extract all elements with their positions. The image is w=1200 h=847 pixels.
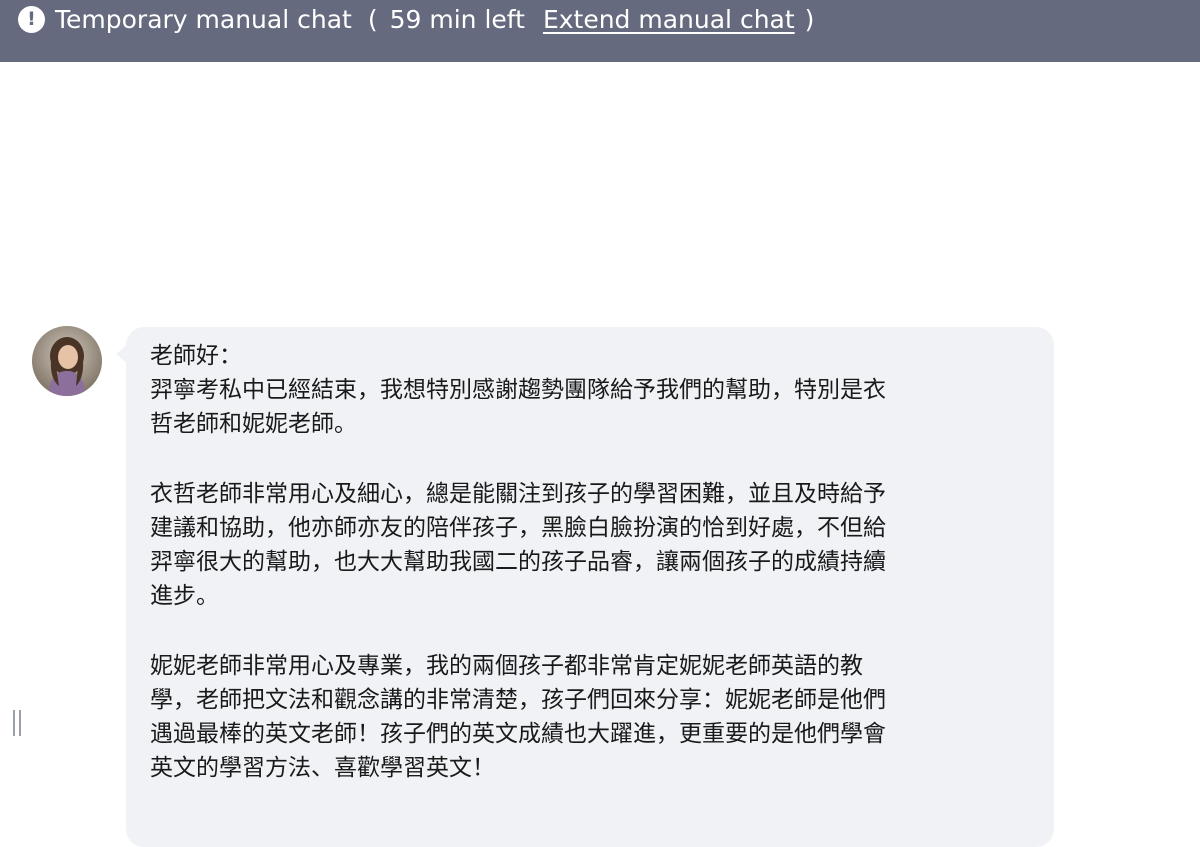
message-line: 妮妮老師非常用心及專業，我的兩個孩子都非常肯定妮妮老師英語的教 — [150, 653, 863, 679]
grip-bar — [13, 710, 15, 736]
alert-circle-icon: ! — [18, 5, 45, 33]
message-line: 羿寧很大的幫助，也大大幫助我國二的孩子品睿，讓兩個孩子的成績持續 — [150, 549, 886, 575]
user-avatar-photo — [32, 326, 102, 396]
message-line: 老師好： — [150, 343, 242, 369]
message-line: 羿寧考私中已經結束，我想特別感謝趨勢團隊給予我們的幫助，特別是衣 — [150, 377, 886, 403]
manual-chat-banner: ! Temporary manual chat ( 59 min left Ex… — [0, 0, 1200, 62]
message-line: 衣哲老師非常用心及細心，總是能關注到孩子的學習困難，並且及時給予 — [150, 481, 886, 507]
time-left: 59 min left — [389, 4, 525, 34]
open-paren: ( — [367, 4, 378, 34]
message-line: 學，老師把文法和觀念講的非常清楚，孩子們回來分享：妮妮老師是他們 — [150, 687, 886, 713]
banner-content: ! Temporary manual chat ( 59 min left Ex… — [18, 0, 818, 38]
message-line: 進步。 — [150, 583, 219, 609]
message-bubble: 老師好： 羿寧考私中已經結束，我想特別感謝趨勢團隊給予我們的幫助，特別是衣 哲老… — [126, 327, 1054, 847]
close-paren: ) — [804, 4, 815, 34]
message-line: 遇過最棒的英文老師！孩子們的英文成績也大躍進，更重要的是他們學會 — [150, 721, 886, 747]
extend-manual-chat-link[interactable]: Extend manual chat — [543, 5, 795, 34]
message-line: 建議和協助，他亦師亦友的陪伴孩子，黑臉白臉扮演的恰到好處，不但給 — [150, 515, 886, 541]
banner-title: Temporary manual chat — [55, 4, 352, 34]
message-line: 哲老師和妮妮老師。 — [150, 411, 357, 437]
message-line: 英文的學習方法、喜歡學習英文！ — [150, 755, 495, 781]
panel-resize-handle[interactable] — [11, 710, 23, 736]
chat-area[interactable]: 老師好： 羿寧考私中已經結束，我想特別感謝趨勢團隊給予我們的幫助，特別是衣 哲老… — [0, 62, 1200, 847]
grip-bar — [19, 710, 21, 736]
avatar[interactable] — [32, 326, 102, 396]
